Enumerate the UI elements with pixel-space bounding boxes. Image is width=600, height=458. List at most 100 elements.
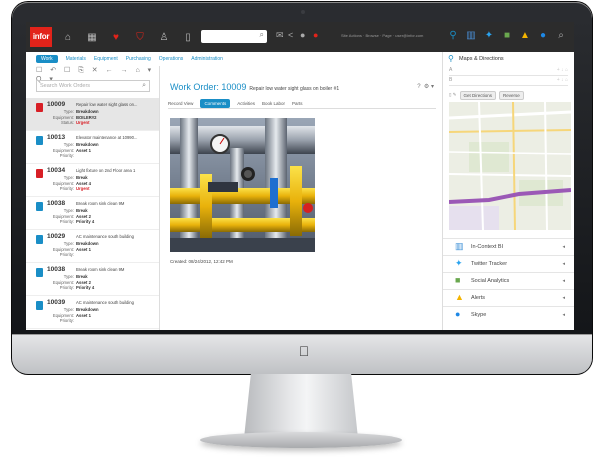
- maps-header[interactable]: ⚲ Maps & Directions: [443, 52, 574, 66]
- document-icon[interactable]: ▯: [180, 30, 196, 44]
- widget-label: Social Analytics: [471, 278, 510, 284]
- field-label: Equipment:: [52, 279, 74, 285]
- widget-in-context-bi[interactable]: ▥ In-Context BI ◂: [443, 238, 574, 253]
- map-view[interactable]: [449, 102, 571, 230]
- field-label: Priority:: [59, 219, 74, 224]
- field-label: Type:: [63, 175, 74, 180]
- address-a-field[interactable]: A + ↓ ⌂: [449, 67, 568, 76]
- heart-icon[interactable]: ♥: [108, 30, 124, 44]
- work-order-list-pane: ☐ ↶ ☐ ⎘ ✕ ← → ⌂ ▾ Q ▾ Search Work Orders…: [26, 66, 160, 330]
- field-label: Equipment:: [52, 147, 74, 153]
- page-title: Work Order: 10009 Repair low water sight …: [170, 82, 339, 92]
- widget-twitter-tracker[interactable]: ✦ Twitter Tracker ◂: [443, 255, 574, 270]
- search-placeholder: Search Work Orders: [40, 83, 91, 89]
- chat-icon[interactable]: ●: [300, 30, 305, 40]
- widget-social-analytics[interactable]: ■ Social Analytics ◂: [443, 272, 574, 287]
- right-sidebar: ⚲ Maps & Directions A + ↓ ⌂ B + ↓ ⌂ ▯ ✎ Get…: [442, 52, 574, 330]
- social-icon[interactable]: ■: [500, 28, 514, 42]
- nav-equipment[interactable]: Equipment: [94, 56, 118, 62]
- field-value: Breakdown: [76, 241, 99, 246]
- list-item[interactable]: 10038 Break room sink clean 9M Type: Break E…: [26, 197, 159, 230]
- tab-parts[interactable]: Parts: [292, 101, 303, 106]
- tab-activities[interactable]: Activities: [237, 101, 255, 106]
- map-buttons: ▯ ✎ Get Directions Reverse: [449, 90, 568, 100]
- nav-purchasing[interactable]: Purchasing: [126, 56, 151, 62]
- share-icon[interactable]: <: [288, 30, 293, 40]
- notification-icon[interactable]: ●: [313, 30, 318, 40]
- reverse-button[interactable]: Reverse: [499, 90, 524, 100]
- list-item[interactable]: 10039 AC maintenance south building Type: B…: [26, 296, 159, 329]
- nav-operations[interactable]: Operations: [159, 56, 183, 62]
- skype-icon: ●: [455, 309, 461, 319]
- field-value: Break: [76, 274, 88, 279]
- widget-skype[interactable]: ● Skype ◂: [443, 306, 574, 321]
- mail-icon[interactable]: ✉: [276, 30, 284, 41]
- tab-comments[interactable]: Comments: [200, 98, 231, 108]
- work-order-list: 10009 Repair low water sight glass on... T…: [26, 98, 159, 329]
- field-value: Asset 2: [76, 279, 91, 285]
- field-value: Priority 4: [76, 285, 95, 290]
- nav-administration[interactable]: Administration: [191, 56, 223, 62]
- alert-icon: ▲: [455, 292, 464, 302]
- map-pin-icon[interactable]: ⚲: [446, 28, 460, 42]
- list-toolbar[interactable]: ☐ ↶ ☐ ⎘ ✕ ← → ⌂ ▾ Q ▾: [26, 66, 159, 83]
- work-order-number: 10009: [47, 101, 66, 108]
- skype-icon[interactable]: ●: [536, 28, 550, 42]
- search-icon[interactable]: ⌕: [554, 28, 568, 42]
- top-bar: infor ⌂ ▦ ♥ ⛉ ♙ ▯ ⚙ ▣ ⌕ ✉ < ● ● Site Act…: [26, 22, 574, 52]
- widget-label: Skype: [471, 312, 487, 318]
- field-value: Urgent: [76, 186, 90, 191]
- get-directions-button[interactable]: Get Directions: [459, 90, 497, 100]
- list-item[interactable]: 10013 Elevator maintenance at 10990... Typ…: [26, 131, 159, 164]
- work-order-description: Repair low water sight glass on...: [76, 102, 138, 107]
- field-label: Priority:: [59, 252, 74, 257]
- widget-alerts[interactable]: ▲ Alerts ◂: [443, 289, 574, 304]
- widget-label: Twitter Tracker: [471, 261, 508, 267]
- list-item[interactable]: 10038 Break room sink clean 9M Type: Break E…: [26, 263, 159, 296]
- person-icon[interactable]: ♙: [156, 30, 172, 44]
- dashboard-icon[interactable]: ▦: [84, 30, 100, 44]
- infor-logo[interactable]: infor: [30, 27, 52, 47]
- list-item[interactable]: 10034 Light fixture on 2nd Floor area 1 Ty…: [26, 164, 159, 197]
- work-order-number: 10039: [47, 299, 66, 306]
- detail-toolbar: [164, 66, 442, 76]
- chevron-left-icon[interactable]: ◂: [562, 261, 565, 267]
- help-settings[interactable]: ? ⚙ ▾: [417, 83, 434, 90]
- global-search-input[interactable]: ⌕: [201, 30, 267, 43]
- field-label: Type:: [63, 208, 74, 213]
- nav-materials[interactable]: Materials: [66, 56, 86, 62]
- tab-book-labor[interactable]: Book Labor: [262, 101, 285, 106]
- created-timestamp: Created: 08/24/2012, 12:42 PM: [170, 259, 233, 264]
- work-order-description: Elevator maintenance at 10990...: [76, 135, 138, 140]
- map-pin-icon: ⚲: [448, 54, 454, 63]
- field-value: BOILER#2: [76, 114, 97, 120]
- address-actions[interactable]: + ↓ ⌂: [557, 67, 568, 73]
- address-b-field[interactable]: B + ↓ ⌂: [449, 77, 568, 86]
- field-label: Priority:: [59, 285, 74, 290]
- field-label: Equipment:: [52, 114, 74, 120]
- list-item[interactable]: 10029 AC maintenance south building Type: B…: [26, 230, 159, 263]
- chevron-left-icon[interactable]: ◂: [562, 244, 565, 250]
- shield-icon[interactable]: ⛉: [132, 30, 148, 44]
- chevron-left-icon[interactable]: ◂: [562, 295, 565, 301]
- alert-icon[interactable]: ▲: [518, 28, 532, 42]
- twitter-icon[interactable]: ✦: [482, 28, 496, 42]
- nav-work[interactable]: Work: [36, 55, 58, 63]
- tab-record-view[interactable]: Record View: [168, 101, 193, 106]
- work-order-number: 10038: [47, 266, 66, 273]
- chart-icon[interactable]: ▥: [464, 28, 478, 42]
- field-label: Type:: [63, 307, 74, 312]
- chevron-left-icon[interactable]: ◂: [562, 278, 565, 284]
- address-actions[interactable]: + ↓ ⌂: [557, 77, 568, 83]
- home-icon[interactable]: ⌂: [60, 30, 76, 44]
- field-value: Urgent: [76, 120, 90, 125]
- field-value: Asset 1: [76, 147, 91, 153]
- print-icon[interactable]: ▯ ✎: [449, 92, 457, 98]
- work-order-title: Work Order: 10009: [170, 82, 247, 92]
- site-links[interactable]: Site Actions · Browse · Page · user@info…: [341, 33, 423, 38]
- list-item[interactable]: 10009 Repair low water sight glass on... T…: [26, 98, 159, 131]
- field-value: Breakdown: [76, 307, 99, 312]
- social-analytics-icon: ■: [455, 275, 461, 285]
- chevron-left-icon[interactable]: ◂: [562, 312, 565, 318]
- work-order-search-input[interactable]: Search Work Orders ⌕: [36, 80, 150, 92]
